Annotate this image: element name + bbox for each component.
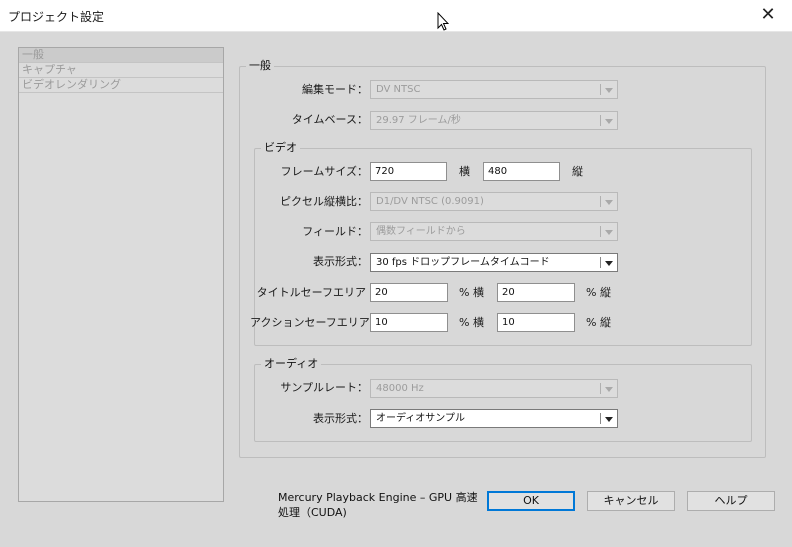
fields-label: フィールド： — [302, 225, 368, 238]
video-display-format-label: 表示形式： — [313, 255, 368, 268]
chevron-down-icon — [605, 387, 613, 392]
timebase-label: タイムベース： — [291, 113, 368, 126]
audio-group: オーディオ — [254, 357, 752, 442]
audio-legend: オーディオ — [261, 357, 322, 371]
frame-size-label: フレームサイズ： — [280, 165, 368, 178]
cancel-button[interactable]: キャンセル — [587, 491, 675, 511]
chevron-down-icon — [605, 261, 613, 266]
general-legend: 一般 — [246, 59, 274, 73]
title-safe-h-unit: % 横 — [459, 286, 484, 299]
timebase-value: 29.97 フレーム/秒 — [376, 115, 461, 126]
fields-select: 偶数フィールドから — [370, 222, 618, 241]
chevron-down-icon — [605, 230, 613, 235]
edit-mode-select: DV NTSC — [370, 80, 618, 99]
action-safe-label: アクションセーフエリア — [250, 316, 370, 329]
select-separator — [600, 226, 601, 237]
sidebar-item-general[interactable]: 一般 — [19, 48, 223, 63]
close-button[interactable]: ✕ — [748, 2, 788, 30]
video-display-format-select[interactable]: 30 fps ドロップフレームタイムコード — [370, 253, 618, 272]
pixel-aspect-label: ピクセル縦横比： — [280, 195, 368, 208]
select-separator — [600, 383, 601, 394]
video-display-format-value: 30 fps ドロップフレームタイムコード — [376, 257, 550, 268]
frame-height-input[interactable]: 480 — [483, 162, 560, 181]
chevron-down-icon — [605, 200, 613, 205]
select-separator — [600, 115, 601, 126]
video-legend: ビデオ — [261, 141, 300, 155]
title-safe-label: タイトルセーフエリア — [256, 286, 366, 299]
window-title: プロジェクト設定 — [8, 10, 105, 24]
select-separator — [600, 84, 601, 95]
audio-display-format-select[interactable]: オーディオサンプル — [370, 409, 618, 428]
ok-button[interactable]: OK — [487, 491, 575, 511]
renderer-info-line2: 処理（CUDA) — [278, 506, 347, 519]
help-button[interactable]: ヘルプ — [687, 491, 775, 511]
chevron-down-icon — [605, 88, 613, 93]
chevron-down-icon — [605, 417, 613, 422]
title-safe-h-input[interactable]: 20 — [370, 283, 448, 302]
pixel-aspect-value: D1/DV NTSC (0.9091) — [376, 196, 484, 207]
edit-mode-value: DV NTSC — [376, 84, 421, 95]
audio-display-format-value: オーディオサンプル — [376, 413, 465, 424]
audio-display-format-label: 表示形式： — [313, 412, 368, 425]
action-safe-v-input[interactable]: 10 — [497, 313, 575, 332]
sidebar-item-video-rendering[interactable]: ビデオレンダリング — [19, 78, 223, 93]
sidebar-item-capture[interactable]: キャプチャ — [19, 63, 223, 78]
fields-value: 偶数フィールドから — [376, 226, 466, 237]
select-separator — [600, 257, 601, 268]
frame-height-unit: 縦 — [572, 165, 583, 178]
select-separator — [600, 413, 601, 424]
category-list: 一般 キャプチャ ビデオレンダリング — [18, 47, 224, 502]
renderer-info: Mercury Playback Engine – GPU 高速 処理（CUDA… — [278, 490, 478, 520]
action-safe-h-unit: % 横 — [459, 316, 484, 329]
close-icon: ✕ — [760, 4, 776, 25]
action-safe-h-input[interactable]: 10 — [370, 313, 448, 332]
frame-width-input[interactable]: 720 — [370, 162, 447, 181]
chevron-down-icon — [605, 119, 613, 124]
renderer-info-line1: Mercury Playback Engine – GPU 高速 — [278, 491, 478, 504]
select-separator — [600, 196, 601, 207]
title-safe-v-input[interactable]: 20 — [497, 283, 575, 302]
title-safe-v-unit: % 縦 — [586, 286, 611, 299]
sample-rate-label: サンプルレート： — [280, 381, 368, 394]
sample-rate-select: 48000 Hz — [370, 379, 618, 398]
frame-width-unit: 横 — [459, 165, 470, 178]
edit-mode-label: 編集モード： — [302, 83, 368, 96]
title-bar: プロジェクト設定 ✕ — [0, 0, 792, 32]
pixel-aspect-select: D1/DV NTSC (0.9091) — [370, 192, 618, 211]
action-safe-v-unit: % 縦 — [586, 316, 611, 329]
mouse-cursor-icon — [437, 12, 449, 31]
sample-rate-value: 48000 Hz — [376, 383, 424, 394]
dialog-body: 一般 キャプチャ ビデオレンダリング 一般 編集モード： DV NTSC タイム… — [0, 32, 792, 547]
timebase-select: 29.97 フレーム/秒 — [370, 111, 618, 130]
